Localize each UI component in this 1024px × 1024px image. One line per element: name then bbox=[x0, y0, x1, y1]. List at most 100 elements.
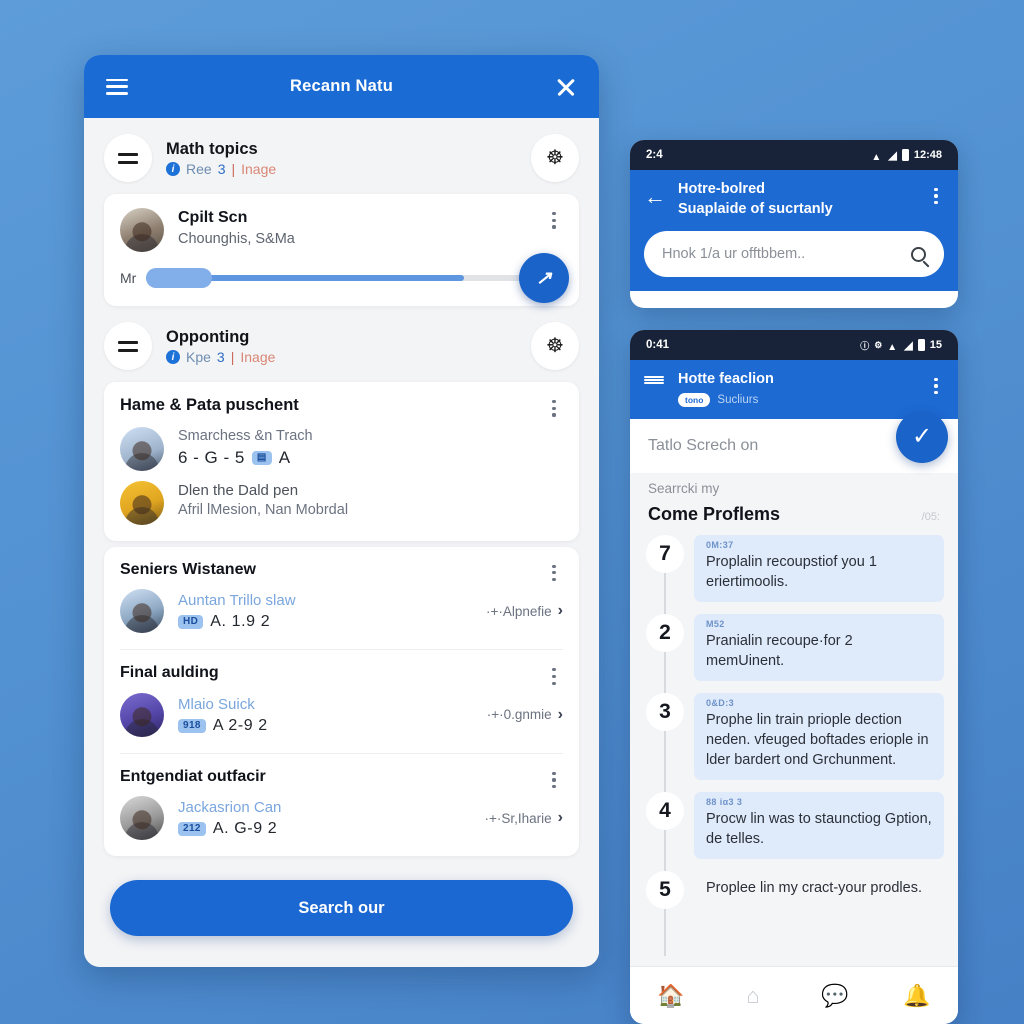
section-sub-suffix: Inage bbox=[240, 349, 276, 366]
more-vertical-icon[interactable] bbox=[545, 208, 563, 229]
list-item[interactable]: 2 M52 Pranialin recoupe·for 2 memUinent. bbox=[644, 613, 944, 681]
list-item-tag: M52 bbox=[706, 618, 725, 629]
list-item-action[interactable]: ·+·Alpnefie › bbox=[486, 602, 563, 620]
list-item-code: 918 A 2-9 2 bbox=[178, 717, 473, 735]
globe-icon[interactable]: ☸ bbox=[531, 134, 579, 182]
group-row[interactable]: Smarchess &n Trach 6 - G - 5 ▤ A bbox=[120, 426, 563, 471]
list-item-tag: 88 iα3 3 bbox=[706, 796, 743, 807]
text-input-row[interactable]: Tatlo Screch on ✓ bbox=[630, 410, 958, 473]
list-item-badge: HD bbox=[178, 615, 204, 630]
equals-icon[interactable] bbox=[104, 134, 152, 182]
more-vertical-icon[interactable] bbox=[545, 664, 563, 685]
section-subtitle: i Ree 3 | Inage bbox=[166, 161, 517, 177]
profile-name: Cpilt Scn bbox=[178, 209, 248, 226]
status-time-left: 2:4 bbox=[646, 149, 663, 161]
more-vertical-icon[interactable] bbox=[545, 396, 563, 417]
nav-item-home[interactable]: 🏠 bbox=[630, 984, 712, 1007]
list-item-title: Seniers Wistanew bbox=[120, 560, 256, 578]
list-item-tag: 0&D:3 bbox=[706, 697, 735, 708]
list-item-code-text: A. 1.9 2 bbox=[210, 613, 271, 631]
list-item-number: 2 bbox=[646, 613, 684, 652]
dialog-footer: Search our bbox=[84, 862, 599, 963]
avatar bbox=[120, 480, 164, 525]
list-item-action[interactable]: ·+·Sr,Iharie › bbox=[485, 809, 563, 827]
list-item-number: 4 bbox=[646, 791, 684, 830]
list-item-text: Prophe lin train priople dection neden. … bbox=[706, 711, 929, 768]
hamburger-icon[interactable] bbox=[644, 370, 664, 384]
phone-panel-a: 2:4 12:48 ← Hotre-bolred Suaplaide of su… bbox=[630, 140, 958, 308]
status-time-left: 0:41 bbox=[646, 339, 670, 351]
list-item-name: Mlaio Suick bbox=[178, 695, 255, 713]
profile-card: Cpilt Scn Chounghis, S&Ma Mr ↗ bbox=[104, 194, 579, 306]
list-item-text: Pranialin recoupe·for 2 memUinent. bbox=[706, 632, 853, 669]
hamburger-icon[interactable] bbox=[106, 78, 128, 95]
globe-icon[interactable]: ☸ bbox=[531, 322, 579, 370]
wifi-icon bbox=[887, 341, 899, 350]
close-icon[interactable] bbox=[555, 76, 577, 98]
list-item-text: Proplee lin my cract-your prodles. bbox=[706, 879, 922, 896]
list-item-title: Entgendiat outfacir bbox=[120, 767, 266, 785]
list-item-badge: 918 bbox=[178, 718, 206, 733]
section-header-math-topics[interactable]: Math topics i Ree 3 | Inage ☸ bbox=[84, 128, 599, 188]
chevron-right-icon[interactable]: › bbox=[558, 602, 563, 620]
more-vertical-icon[interactable] bbox=[928, 180, 944, 205]
list-item-code: 212 A. G-9 2 bbox=[178, 820, 471, 838]
search-field[interactable]: Hnok 1/a ur offtbbem.. bbox=[644, 231, 944, 278]
list-item-action-text: ·+·Alpnefie bbox=[486, 603, 552, 619]
nav-item-home-outline[interactable]: ⌂ bbox=[712, 982, 794, 1008]
group-row[interactable]: Dlen the Dald pen Afril lMesion, Nan Mob… bbox=[120, 480, 563, 525]
group-row-line2: Afril lMesion, Nan Mobrdal bbox=[178, 501, 349, 518]
search-placeholder: Hnok 1/a ur offtbbem.. bbox=[662, 246, 806, 263]
slider-track[interactable] bbox=[146, 268, 559, 288]
action-fab-button[interactable]: ↗ bbox=[519, 253, 569, 303]
list-item-action[interactable]: ·+·0.gnmie › bbox=[487, 706, 563, 724]
status-bar: 0:41 ⓘ ⚙ 15 bbox=[630, 330, 958, 360]
more-vertical-icon[interactable] bbox=[545, 561, 563, 582]
avatar bbox=[120, 426, 164, 471]
slider-thumb[interactable] bbox=[146, 268, 213, 288]
list-item-number: 7 bbox=[646, 534, 684, 573]
avatar bbox=[120, 796, 164, 841]
section-sub-suffix: Inage bbox=[241, 161, 277, 178]
chevron-right-icon[interactable]: › bbox=[558, 706, 563, 724]
group-badge: ▤ bbox=[251, 451, 272, 466]
nav-item-notifications[interactable]: 🔔 bbox=[876, 984, 958, 1007]
page-title: Recann Natu bbox=[289, 77, 394, 95]
list-item-name: Auntan Trillo slaw bbox=[178, 592, 296, 609]
avatar bbox=[120, 692, 164, 737]
battery-icon bbox=[917, 339, 925, 351]
more-vertical-icon[interactable] bbox=[545, 768, 563, 789]
list-item-action-text: ·+·0.gnmie bbox=[486, 707, 552, 723]
list-item[interactable]: 5 Proplee lin my cract-your prodles. bbox=[644, 870, 944, 909]
equals-icon[interactable] bbox=[104, 322, 152, 370]
search-icon[interactable] bbox=[911, 246, 926, 262]
back-arrow-icon[interactable]: ← bbox=[644, 180, 666, 208]
list-item[interactable]: Final aulding Mlaio Suick 918 A 2-9 2 ·+… bbox=[120, 649, 563, 753]
section-sub-prefix: Ree bbox=[186, 161, 212, 178]
search-button[interactable]: Search our bbox=[110, 880, 573, 937]
status-time-right: 12:48 bbox=[913, 149, 942, 161]
section-header-opponting[interactable]: Opponting i Kpe 3 | Inage ☸ bbox=[84, 316, 599, 376]
section-title: Math topics bbox=[166, 139, 258, 158]
search-subline: Searrcki my bbox=[630, 472, 958, 500]
check-icon[interactable]: ✓ bbox=[896, 410, 948, 463]
list-item[interactable]: 7 0M:37 Proplalin recoupstiof you 1 erie… bbox=[644, 534, 944, 602]
more-vertical-icon[interactable] bbox=[928, 370, 944, 395]
list-item[interactable]: 3 0&D:3 Prophe lin train priople dection… bbox=[644, 692, 944, 780]
nav-item-chat[interactable]: 💬 bbox=[794, 984, 876, 1007]
list-item[interactable]: Entgendiat outfacir Jackasrion Can 212 A… bbox=[120, 752, 563, 857]
info-icon: i bbox=[166, 162, 180, 177]
group-card: Hame & Pata puschent Smarchess &n Trach … bbox=[104, 382, 579, 541]
list-item-name: Jackasrion Can bbox=[178, 799, 282, 817]
dialog-header: Recann Natu bbox=[84, 55, 599, 118]
list-item-number: 5 bbox=[646, 870, 684, 909]
signal-icon bbox=[888, 149, 896, 162]
chevron-right-icon[interactable]: › bbox=[558, 809, 563, 827]
home-outline-icon: ⌂ bbox=[746, 982, 760, 1008]
list-item[interactable]: Seniers Wistanew Auntan Trillo slaw HD A… bbox=[120, 547, 563, 650]
list-item[interactable]: 4 88 iα3 3 Procw lin was to staunctiog G… bbox=[644, 791, 944, 859]
group-row-line1: Dlen the Dald pen bbox=[178, 481, 299, 499]
battery-icon bbox=[901, 149, 909, 161]
section-title: Opponting bbox=[166, 327, 250, 346]
profile-meta: Chounghis, S&Ma bbox=[178, 230, 295, 247]
